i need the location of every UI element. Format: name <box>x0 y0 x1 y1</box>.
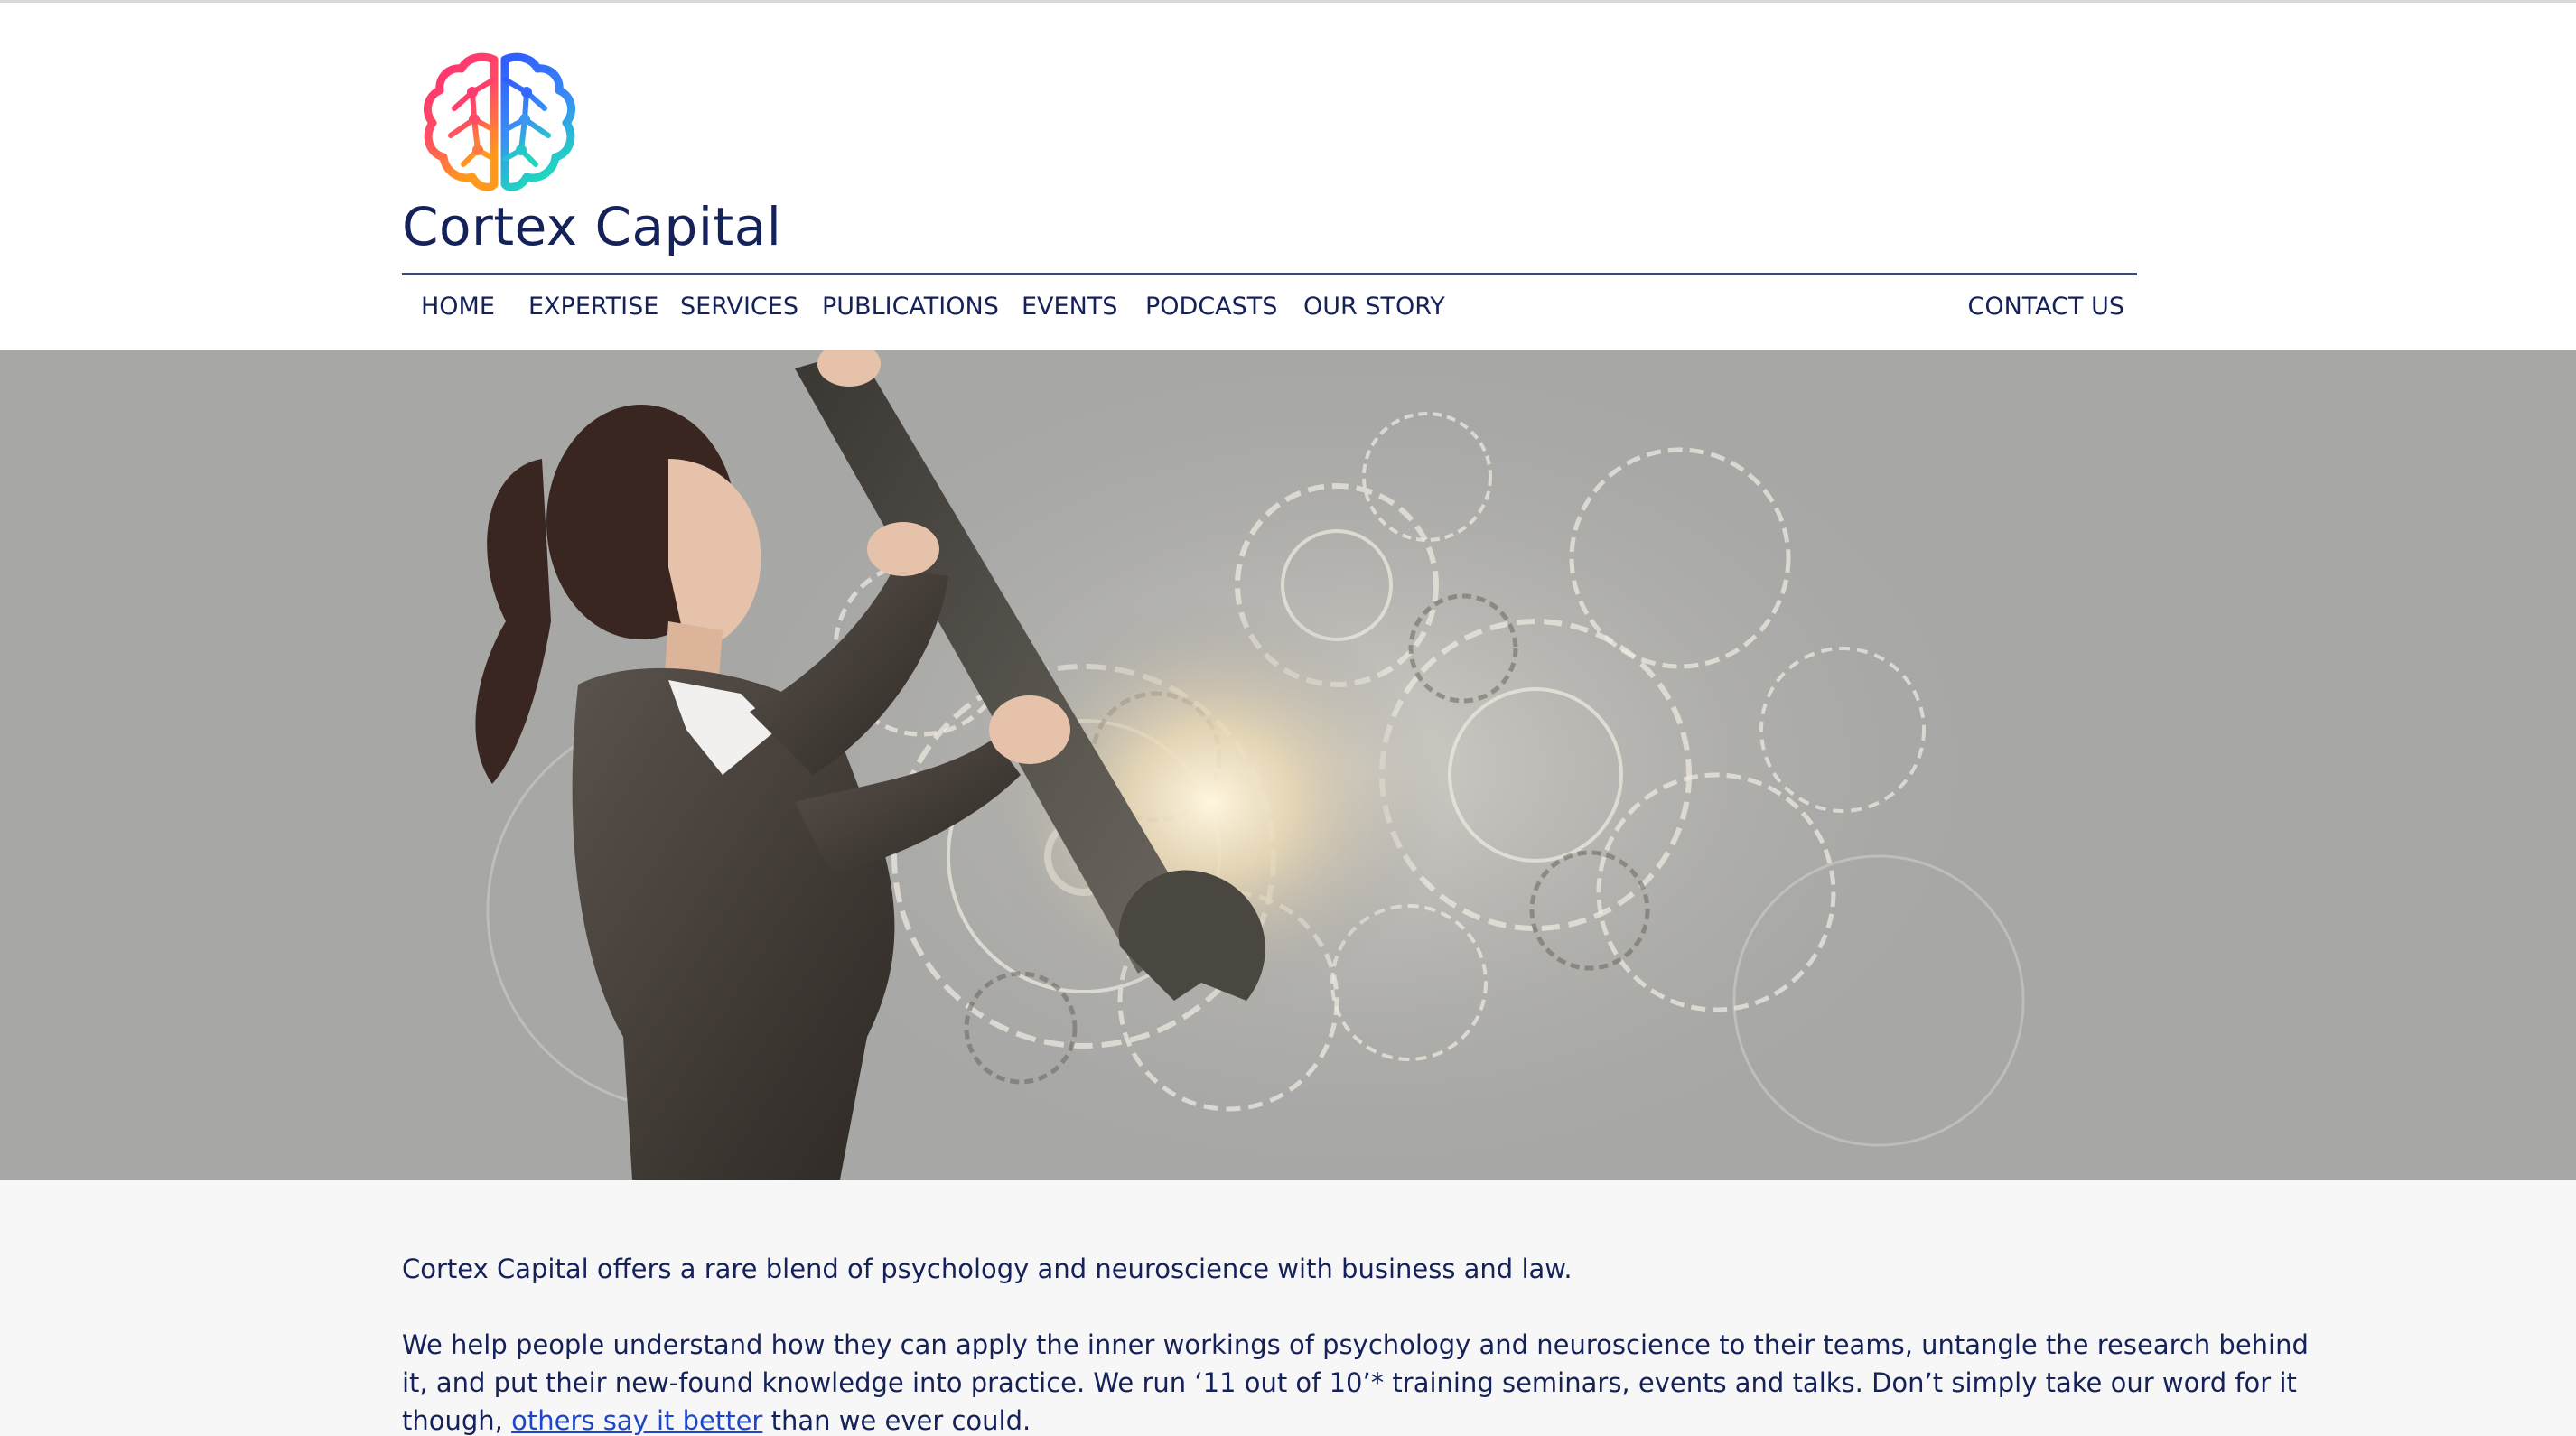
intro-paragraph-2-line-2: it, and put their new-found knowledge in… <box>402 1367 2297 1398</box>
brain-network-logo-icon <box>423 52 576 191</box>
intro-paragraph-2-line-3: though, others say it better than we eve… <box>402 1402 2172 1436</box>
nav-item-contact-us[interactable]: CONTACT US <box>1967 284 2124 330</box>
intro-paragraph-2-line-1: We help people understand how they can a… <box>402 1329 2309 1360</box>
nav-item-our-story[interactable]: OUR STORY <box>1303 284 1445 330</box>
woman-with-wrench-and-gears-photo <box>0 350 2576 1180</box>
intro-paragraph-2: We help people understand how they can a… <box>402 1326 2309 1436</box>
page: Cortex Capital HOME EXPERTISE SERVICES P… <box>0 0 2576 1436</box>
intro-text-post-link: than we ever could. <box>762 1405 1031 1436</box>
others-say-it-better-link[interactable]: others say it better <box>511 1405 762 1436</box>
main-nav: HOME EXPERTISE SERVICES PUBLICATIONS EVE… <box>402 284 2136 330</box>
nav-item-publications[interactable]: PUBLICATIONS <box>822 284 999 330</box>
nav-item-podcasts[interactable]: PODCASTS <box>1145 284 1277 330</box>
brand-name[interactable]: Cortex Capital <box>402 192 781 261</box>
header-divider <box>402 273 2137 275</box>
nav-item-expertise[interactable]: EXPERTISE <box>528 284 658 330</box>
nav-item-home[interactable]: HOME <box>421 284 495 330</box>
intro-text-pre-link: though, <box>402 1405 512 1436</box>
hero-banner <box>0 350 2576 1180</box>
nav-item-services[interactable]: SERVICES <box>680 284 798 330</box>
nav-item-events[interactable]: EVENTS <box>1022 284 1117 330</box>
intro-section: Cortex Capital offers a rare blend of ps… <box>0 1180 2576 1436</box>
intro-paragraph-1: Cortex Capital offers a rare blend of ps… <box>402 1254 1573 1284</box>
